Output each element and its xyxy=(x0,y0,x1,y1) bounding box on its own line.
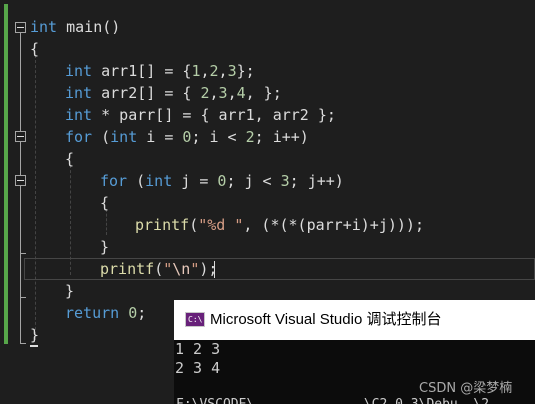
code-line-14: return 0; xyxy=(65,304,147,322)
console-app-icon: C:\ xyxy=(185,312,205,327)
code-line-6: for (int i = 0; i < 2; i++) xyxy=(65,128,309,146)
code-line-12: printf("\n"); xyxy=(100,260,218,278)
fold-for-i-icon[interactable] xyxy=(15,131,26,142)
fold-end-tick xyxy=(20,297,26,298)
fold-for-j-icon[interactable] xyxy=(15,175,26,186)
console-title: Microsoft Visual Studio 调试控制台 xyxy=(210,311,442,328)
code-editor[interactable]: int main() { int arr1[] = {1,2,3}; int a… xyxy=(0,0,535,404)
console-output-line: 2 3 4 xyxy=(175,359,221,377)
code-line-13: } xyxy=(65,282,75,300)
code-line-11: } xyxy=(100,238,110,256)
code-line-3: int arr1[] = {1,2,3}; xyxy=(65,62,255,80)
code-line-15: } xyxy=(30,326,40,344)
fold-main-icon[interactable] xyxy=(15,22,26,33)
code-line-8: for (int j = 0; j < 3; j++) xyxy=(100,172,344,190)
text-caret xyxy=(214,261,215,278)
console-path-line: F:\VSCODE\ ... ... \C2.0.3\Debu..\2 xyxy=(176,398,489,404)
code-line-7: { xyxy=(65,150,75,168)
watermark: CSDN @梁梦楠 xyxy=(419,381,513,396)
code-line-4: int arr2[] = { 2,3,4, }; xyxy=(65,84,282,102)
fold-end-tick xyxy=(20,343,26,344)
console-output-line: 1 2 3 xyxy=(175,340,221,358)
fold-end-tick xyxy=(20,253,26,254)
code-line-2: { xyxy=(30,40,40,58)
code-line-1: int main() xyxy=(30,18,121,36)
end-of-file-mark xyxy=(30,345,38,347)
indent-guide xyxy=(35,55,36,340)
change-indicator-bar xyxy=(4,4,8,344)
code-line-5: int * parr[] = { arr1, arr2 }; xyxy=(65,106,336,124)
code-line-10: printf("%d ", (*(*(parr+i)+j))); xyxy=(135,216,424,234)
console-title-bar[interactable]: C:\ Microsoft Visual Studio 调试控制台 xyxy=(174,300,535,340)
code-line-9: { xyxy=(100,194,110,212)
